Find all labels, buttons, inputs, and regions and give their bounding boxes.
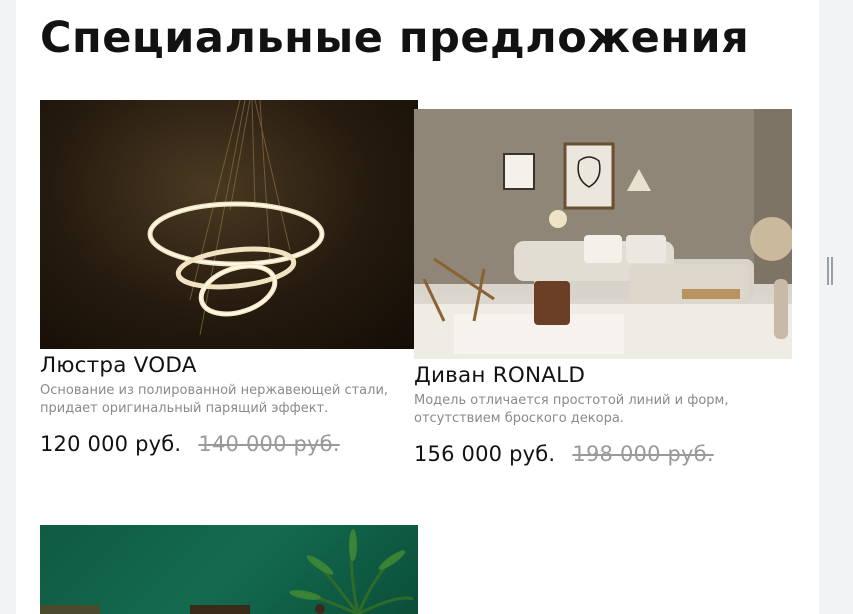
product-name[interactable]: Люстра VODA [40, 353, 418, 378]
page-title: Специальные предложения [40, 13, 750, 63]
side-rail [819, 0, 853, 614]
product-description: Модель отличается простотой линий и форм… [414, 393, 729, 426]
product-image-sofa[interactable] [414, 109, 792, 359]
product-image-chandelier[interactable] [40, 100, 418, 349]
product-image-plant[interactable] [40, 525, 418, 614]
scroll-handle[interactable] [826, 257, 834, 285]
chandelier-illustration [147, 100, 325, 336]
product-card-voda[interactable]: Люстра VODA Основание из полированной не… [40, 100, 418, 456]
current-price: 156 000 руб. [414, 442, 556, 466]
old-price: 140 000 руб. [198, 432, 340, 456]
living-room-illustration [414, 109, 792, 359]
current-price: 120 000 руб. [40, 432, 182, 456]
product-card-third[interactable] [40, 525, 418, 614]
product-name[interactable]: Диван RONALD [414, 363, 792, 388]
product-description: Основание из полированной нержавеющей ст… [40, 383, 389, 416]
price-row: 156 000 руб. 198 000 руб. [414, 442, 792, 466]
product-card-ronald[interactable]: Диван RONALD Модель отличается простотой… [414, 109, 792, 466]
price-row: 120 000 руб. 140 000 руб. [40, 432, 418, 456]
plant-illustration [40, 529, 414, 614]
old-price: 198 000 руб. [572, 442, 714, 466]
